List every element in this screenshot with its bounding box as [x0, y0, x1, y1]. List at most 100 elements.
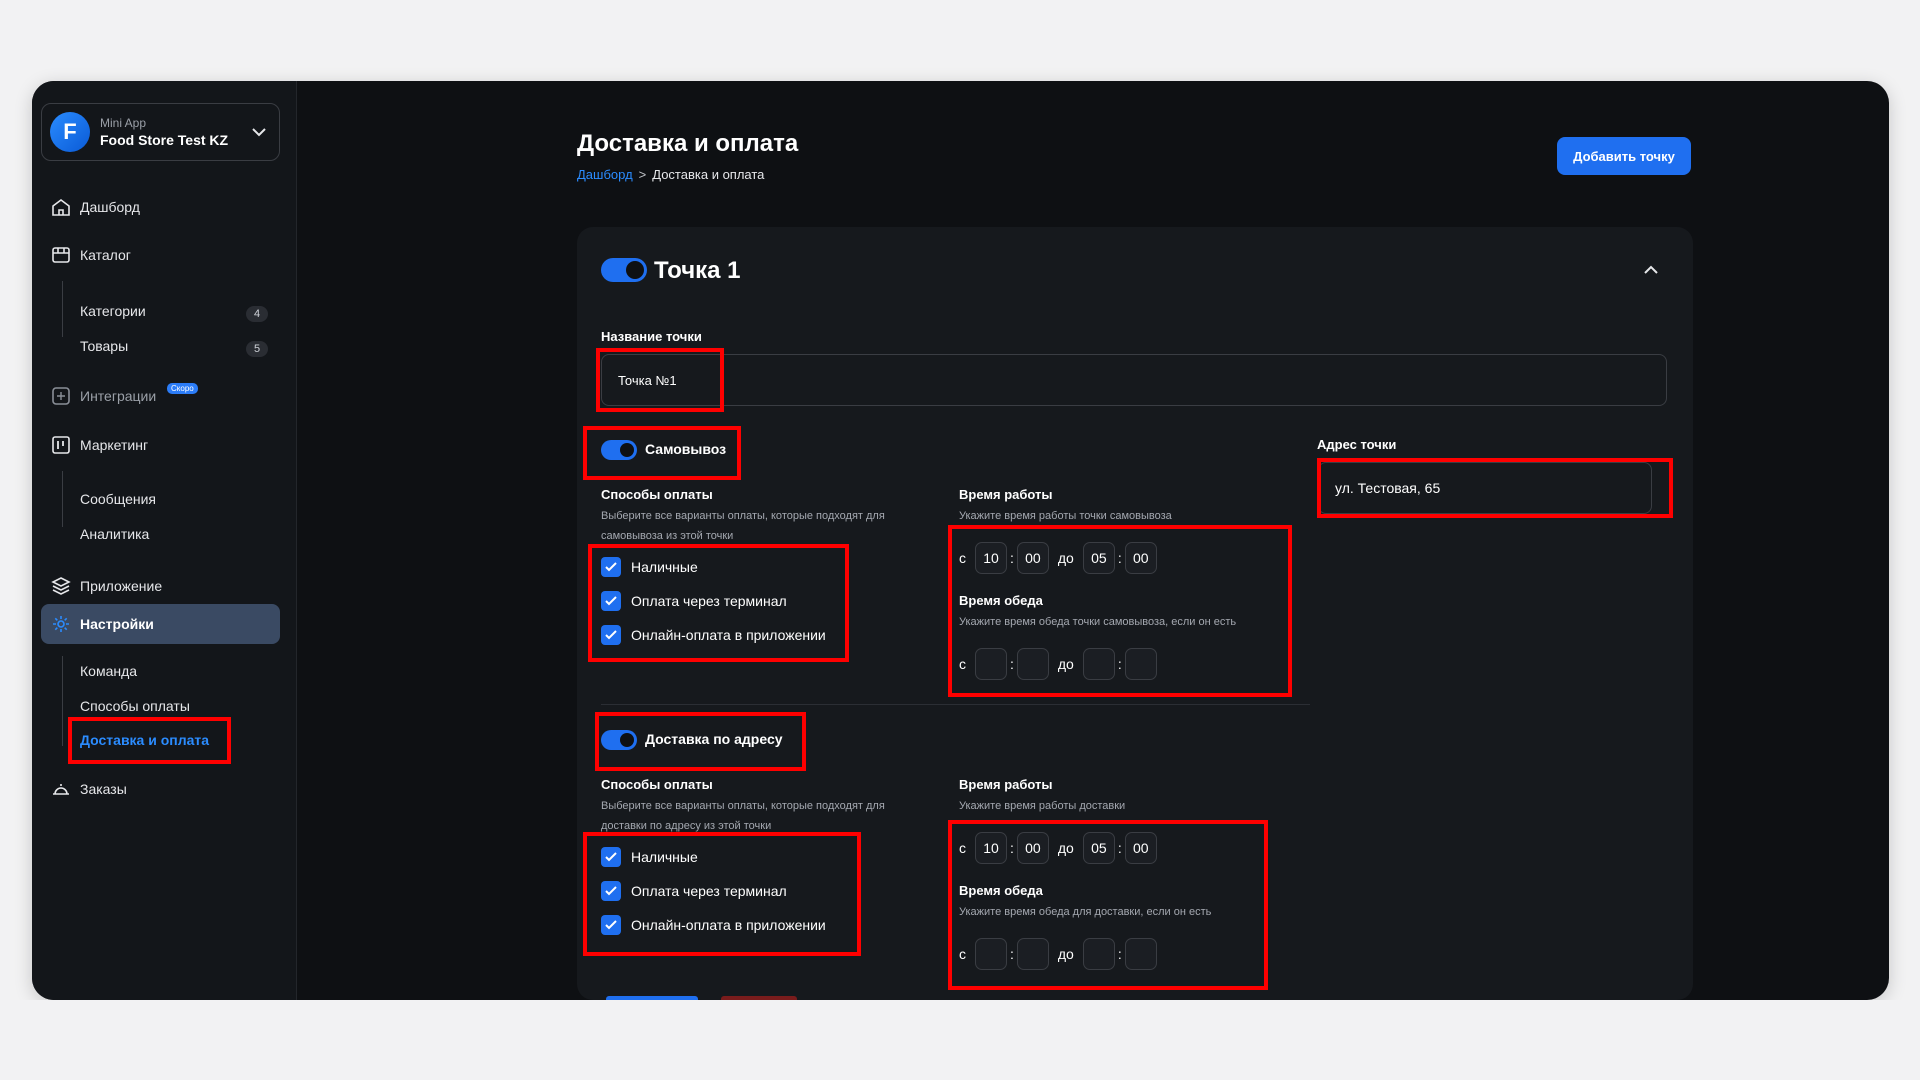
sidebar-item-marketing[interactable]: Маркетинг [50, 433, 148, 457]
home-icon [52, 199, 70, 216]
sidebar-item-label: Дашборд [80, 199, 140, 215]
pickup-lunch-desc: Укажите время обеда точки самовывоза, ес… [959, 616, 1237, 628]
submenu-line [62, 656, 63, 746]
delivery-toggle-label: Доставка по адресу [645, 731, 783, 747]
sidebar-item-payment-methods[interactable]: Способы оплаты [80, 698, 190, 714]
delivery-cash-checkbox[interactable]: Наличные [601, 847, 698, 867]
checkbox-label: Онлайн-оплата в приложении [631, 917, 826, 933]
sidebar-item-label: Заказы [80, 781, 127, 797]
delivery-payment-desc: Выберите все варианты оплаты, которые по… [601, 800, 885, 832]
delivery-terminal-checkbox[interactable]: Оплата через терминал [601, 881, 787, 901]
sidebar-item-dashboard[interactable]: Дашборд [50, 195, 140, 219]
page-background-bottom [0, 1000, 1920, 1080]
sidebar-item-analytics[interactable]: Аналитика [80, 526, 149, 542]
point-name-value: Точка №1 [618, 372, 677, 388]
delivery-lunch-to-minute[interactable] [1124, 938, 1157, 970]
breadcrumb-dashboard-link[interactable]: Дашборд [577, 167, 633, 182]
pickup-cash-checkbox[interactable]: Наличные [601, 557, 698, 577]
sidebar-item-team[interactable]: Команда [80, 663, 137, 679]
delivery-lunch-from-hour[interactable] [975, 938, 1007, 970]
pickup-online-checkbox[interactable]: Онлайн-оплата в приложении [601, 625, 826, 645]
delivery-work-to-hour[interactable]: 05 [1082, 832, 1115, 864]
pickup-toggle-label: Самовывоз [645, 441, 727, 457]
sidebar-item-orders[interactable]: Заказы [50, 777, 127, 801]
marketing-icon [52, 436, 70, 454]
store-icon [52, 247, 70, 263]
check-icon [601, 557, 621, 577]
section-divider [601, 704, 1310, 705]
delivery-work-from-minute[interactable]: 00 [1016, 832, 1049, 864]
sidebar-item-settings[interactable]: Настройки [41, 604, 280, 644]
chevron-up-icon[interactable] [1640, 259, 1662, 281]
pickup-work-desc: Укажите время работы точки самовывоза [959, 510, 1172, 522]
breadcrumb-current: Доставка и оплата [652, 167, 765, 182]
pickup-lunch-from-hour[interactable] [975, 648, 1007, 680]
sidebar-item-delivery-payment[interactable]: Доставка и оплата [80, 732, 209, 748]
checkbox-label: Оплата через терминал [631, 883, 787, 899]
checkbox-label: Онлайн-оплата в приложении [631, 627, 826, 643]
app-switcher[interactable]: F Mini App Food Store Test KZ [41, 103, 280, 161]
pickup-lunch-from-minute[interactable] [1016, 648, 1049, 680]
pickup-work-label: Время работы [959, 487, 1053, 502]
sidebar-item-categories[interactable]: Категории [80, 303, 146, 319]
check-icon [601, 625, 621, 645]
sidebar-item-messages[interactable]: Сообщения [80, 491, 156, 507]
address-input[interactable]: ул. Тестовая, 65 [1318, 462, 1652, 514]
sidebar-item-label: Интеграции [80, 388, 157, 404]
point-name-label: Название точки [601, 329, 702, 344]
sidebar: F Mini App Food Store Test KZ Дашборд Ка… [32, 81, 297, 1000]
pickup-toggle[interactable] [601, 440, 637, 460]
gear-icon [53, 616, 69, 632]
sidebar-item-products[interactable]: Товары [80, 338, 128, 354]
delivery-lunch-label: Время обеда [959, 883, 1043, 898]
delivery-work-desc: Укажите время работы доставки [959, 800, 1126, 812]
checkbox-label: Наличные [631, 849, 698, 865]
integrations-icon [52, 387, 70, 405]
breadcrumb-separator: > [638, 167, 647, 182]
check-icon [601, 915, 621, 935]
pickup-terminal-checkbox[interactable]: Оплата через терминал [601, 591, 787, 611]
page-title: Доставка и оплата [577, 130, 799, 157]
point-name-input[interactable]: Точка №1 [601, 354, 1667, 406]
check-icon [601, 847, 621, 867]
point-title: Точка 1 [654, 257, 741, 284]
address-label: Адрес точки [1317, 437, 1397, 452]
app-type-label: Mini App [100, 116, 147, 130]
delivery-work-time: с 10: 00 до 05: 00 [959, 832, 1157, 864]
submenu-line [62, 471, 63, 527]
cloche-icon [53, 784, 69, 795]
products-count-badge: 5 [246, 341, 268, 357]
delivery-toggle[interactable] [601, 730, 637, 750]
pickup-work-to-minute[interactable]: 00 [1124, 542, 1157, 574]
sidebar-item-catalog[interactable]: Каталог [50, 243, 131, 267]
sidebar-item-integrations[interactable]: Интеграции [50, 384, 156, 408]
pickup-work-from-minute[interactable]: 00 [1016, 542, 1049, 574]
sidebar-item-label: Настройки [80, 616, 154, 632]
pickup-work-to-hour[interactable]: 05 [1082, 542, 1115, 574]
sidebar-item-label: Каталог [80, 247, 131, 263]
pickup-work-from-hour[interactable]: 10 [975, 542, 1007, 574]
add-point-button[interactable]: Добавить точку [1557, 137, 1691, 175]
delivery-online-checkbox[interactable]: Онлайн-оплата в приложении [601, 915, 826, 935]
delivery-lunch-to-hour[interactable] [1082, 938, 1115, 970]
delivery-work-to-minute[interactable]: 00 [1124, 832, 1157, 864]
layers-icon [51, 577, 71, 595]
sidebar-item-label: Приложение [80, 578, 163, 594]
point-enabled-toggle[interactable] [601, 258, 647, 282]
checkbox-label: Наличные [631, 559, 698, 575]
pickup-payment-desc: Выберите все варианты оплаты, которые по… [601, 510, 885, 542]
chevron-down-icon[interactable] [249, 122, 269, 142]
submenu-line [62, 281, 63, 337]
pickup-lunch-label: Время обеда [959, 593, 1043, 608]
pickup-payment-label: Способы оплаты [601, 487, 713, 502]
delivery-lunch-from-minute[interactable] [1016, 938, 1049, 970]
delivery-payment-label: Способы оплаты [601, 777, 713, 792]
pickup-lunch-time: с : до : [959, 648, 1157, 680]
app-name: Food Store Test KZ [100, 132, 229, 148]
sidebar-item-application[interactable]: Приложение [50, 574, 162, 598]
delivery-work-from-hour[interactable]: 10 [975, 832, 1007, 864]
app-logo: F [50, 112, 90, 152]
pickup-lunch-to-hour[interactable] [1082, 648, 1115, 680]
delivery-lunch-time: с : до : [959, 938, 1157, 970]
pickup-lunch-to-minute[interactable] [1124, 648, 1157, 680]
